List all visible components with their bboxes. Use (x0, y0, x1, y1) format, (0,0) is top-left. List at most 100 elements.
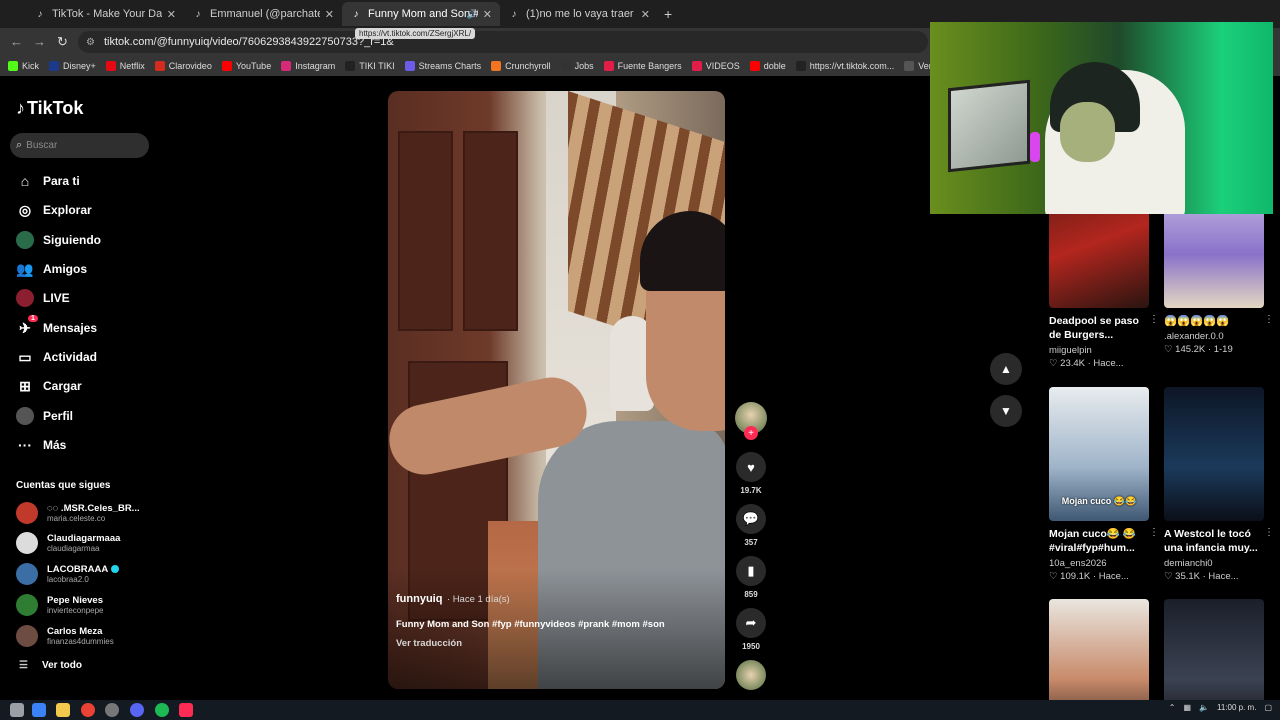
bookmark-item[interactable]: Disney+ (49, 61, 96, 71)
bookmark-item[interactable]: Streams Charts (404, 61, 481, 71)
account-handle: claudiagarmaa (47, 544, 100, 553)
bookmark-item[interactable]: Fuente Bangers (603, 61, 682, 71)
tiktok-logo[interactable]: ♪ TikTok (16, 98, 83, 119)
bookmark-item[interactable]: Kick (8, 61, 39, 71)
video-player[interactable]: funnyuiq · Hace 1 día(s) Funny Mom and S… (388, 91, 725, 689)
sidebar-item-para-ti[interactable]: ⌂ Para ti (16, 172, 80, 190)
tab-emmanuel[interactable]: ♪ Emmanuel (@parchate_emman ✕ (184, 4, 342, 24)
tab-no-me-lo[interactable]: ♪ (1)no me lo vaya traer muy pu ✕ (500, 4, 658, 24)
bookmark-item[interactable]: Clarovideo (154, 61, 212, 71)
music-disc-icon[interactable] (736, 660, 766, 690)
discord-icon[interactable] (130, 703, 144, 717)
more-options-icon[interactable]: ⋮ (1264, 314, 1274, 325)
like-action[interactable]: ♥ 19.7K (736, 452, 766, 495)
card-author[interactable]: demianchi0 (1164, 558, 1264, 569)
bookmark-item[interactable]: Jobs (560, 61, 594, 71)
spotify-icon[interactable] (155, 703, 169, 717)
followed-account[interactable]: Pepe Nieves invierteconpepe (16, 594, 103, 616)
file-explorer-icon[interactable] (56, 703, 70, 717)
tiktok-icon: ♪ (37, 8, 43, 20)
card-title[interactable]: Deadpool se paso de Burgers... (1049, 314, 1149, 342)
bookmark-item[interactable]: Netflix (105, 61, 145, 71)
bookmark-item[interactable]: doble (749, 61, 786, 71)
card-author[interactable]: .alexander.0.0 (1164, 331, 1264, 342)
avatar (16, 594, 38, 616)
search-icon[interactable] (10, 703, 24, 717)
link-hover-tooltip: https://vt.tiktok.com/ZSergjXRL/ (355, 28, 476, 39)
sidebar-item-label: Siguiendo (43, 233, 101, 247)
obs-icon[interactable] (105, 703, 119, 717)
new-tab-icon[interactable]: + (664, 6, 672, 22)
more-options-icon[interactable]: ⋮ (1264, 527, 1274, 538)
sidebar-item-siguiendo[interactable]: Siguiendo (16, 231, 101, 249)
video-username[interactable]: funnyuiq (396, 593, 442, 605)
card-title[interactable]: A Westcol le tocó una infancia muy... (1164, 527, 1264, 555)
followed-account[interactable]: Claudiagarmaaa claudiagarmaa (16, 532, 120, 554)
site-info-icon[interactable]: ⚙ (86, 37, 95, 48)
see-all-link[interactable]: ☰ Ver todo (19, 660, 82, 671)
close-icon[interactable]: ✕ (325, 8, 334, 21)
sidebar-item-más[interactable]: ··· Más (16, 436, 66, 454)
chrome-icon[interactable] (81, 703, 95, 717)
card-title[interactable]: Mojan cuco😂 😂 #viral#fyp#hum... (1049, 527, 1149, 555)
notification-icon[interactable]: ▢ (1264, 703, 1272, 712)
more-options-icon[interactable]: ⋮ (1149, 314, 1159, 325)
speaker-icon[interactable]: 🔊 (467, 9, 478, 20)
tab-funny-mom[interactable]: ♪ Funny Mom and Son #fyp 🔊 ✕ (342, 2, 500, 26)
tab-tiktok-home[interactable]: ♪ TikTok - Make Your Day ✕ (26, 4, 184, 24)
share-icon[interactable]: ➦ (736, 608, 766, 638)
sidebar-item-perfil[interactable]: Perfil (16, 407, 73, 425)
sidebar-item-explorar[interactable]: ◎ Explorar (16, 201, 92, 219)
sidebar-item-cargar[interactable]: ⊞ Cargar (16, 377, 82, 395)
recommended-video-card[interactable]: A Westcol le tocó una infancia muy... dem… (1164, 387, 1274, 582)
tiktok-app-icon[interactable] (179, 703, 193, 717)
card-title[interactable]: 😱😱😱😱😱 (1164, 314, 1264, 328)
chevron-up-icon[interactable]: ⌃ (1169, 703, 1176, 712)
start-icon[interactable] (32, 703, 46, 717)
share-action[interactable]: ➦ 1950 (736, 608, 766, 651)
bookmark-icon[interactable]: ▮ (736, 556, 766, 586)
bookmark-item[interactable]: TIKI TIKI (345, 61, 395, 71)
bookmark-item[interactable]: VIDEOS (691, 61, 740, 71)
avatar (16, 625, 38, 647)
close-icon[interactable]: ✕ (167, 8, 176, 21)
comment-action[interactable]: 💬 357 (736, 504, 766, 547)
bookmark-label: YouTube (235, 61, 272, 71)
close-icon[interactable]: ✕ (641, 8, 650, 21)
heart-icon[interactable]: ♥ (736, 452, 766, 482)
bookmark-item[interactable]: YouTube (221, 61, 272, 71)
save-action[interactable]: ▮ 859 (736, 556, 766, 599)
bookmark-item[interactable]: Instagram (281, 61, 335, 71)
url-input[interactable]: ⚙ tiktok.com/@funnyuiq/video/76062938439… (78, 31, 928, 53)
close-icon[interactable]: ✕ (483, 8, 492, 21)
more-options-icon[interactable]: ⋮ (1149, 527, 1159, 538)
clock[interactable]: 11:00 p. m. (1217, 703, 1256, 712)
video-thumbnail[interactable] (1164, 387, 1264, 521)
messages-icon: ✈ 1 (16, 315, 38, 337)
sidebar-item-amigos[interactable]: 👥 Amigos (16, 260, 87, 278)
card-author[interactable]: miiguelpin (1049, 345, 1149, 356)
sidebar-item-actividad[interactable]: ▭ Actividad (16, 348, 97, 366)
sidebar-item-mensajes[interactable]: ✈ 1 Mensajes (16, 315, 97, 337)
card-author[interactable]: 10a_ens2026 (1049, 558, 1149, 569)
forward-icon[interactable]: → (33, 34, 46, 49)
recommended-video-card[interactable]: Mojan cuco 😂😂 Mojan cuco😂 😂 #viral#fyp#hu… (1049, 387, 1159, 582)
comment-icon[interactable]: 💬 (736, 504, 766, 534)
sidebar-item-live[interactable]: LIVE (16, 289, 70, 307)
followed-account[interactable]: LACOBRAAA lacobraa2.0 (16, 563, 120, 585)
search-input[interactable]: ⌕ Buscar (10, 133, 149, 158)
bookmark-item[interactable]: https://vt.tiktok.com... (795, 61, 894, 71)
followed-account[interactable]: ◌◌ .MSR.Celes_BR... maria.celeste.co (16, 502, 140, 524)
network-icon[interactable]: ▦ (1183, 703, 1191, 712)
followed-account[interactable]: Carlos Meza finanzas4dummies (16, 625, 114, 647)
chevron-up-icon[interactable]: ▲ (990, 353, 1022, 385)
chevron-down-icon[interactable]: ▼ (990, 395, 1022, 427)
bookmark-item[interactable]: Crunchyroll (491, 61, 551, 71)
microphone (1030, 132, 1040, 162)
follow-plus-icon[interactable]: + (744, 426, 758, 440)
volume-icon[interactable]: 🔈 (1199, 703, 1209, 712)
reload-icon[interactable]: ↻ (57, 34, 68, 50)
back-icon[interactable]: ← (10, 34, 23, 49)
video-thumbnail[interactable]: Mojan cuco 😂😂 (1049, 387, 1149, 521)
translate-link[interactable]: Ver traducción (396, 638, 685, 649)
